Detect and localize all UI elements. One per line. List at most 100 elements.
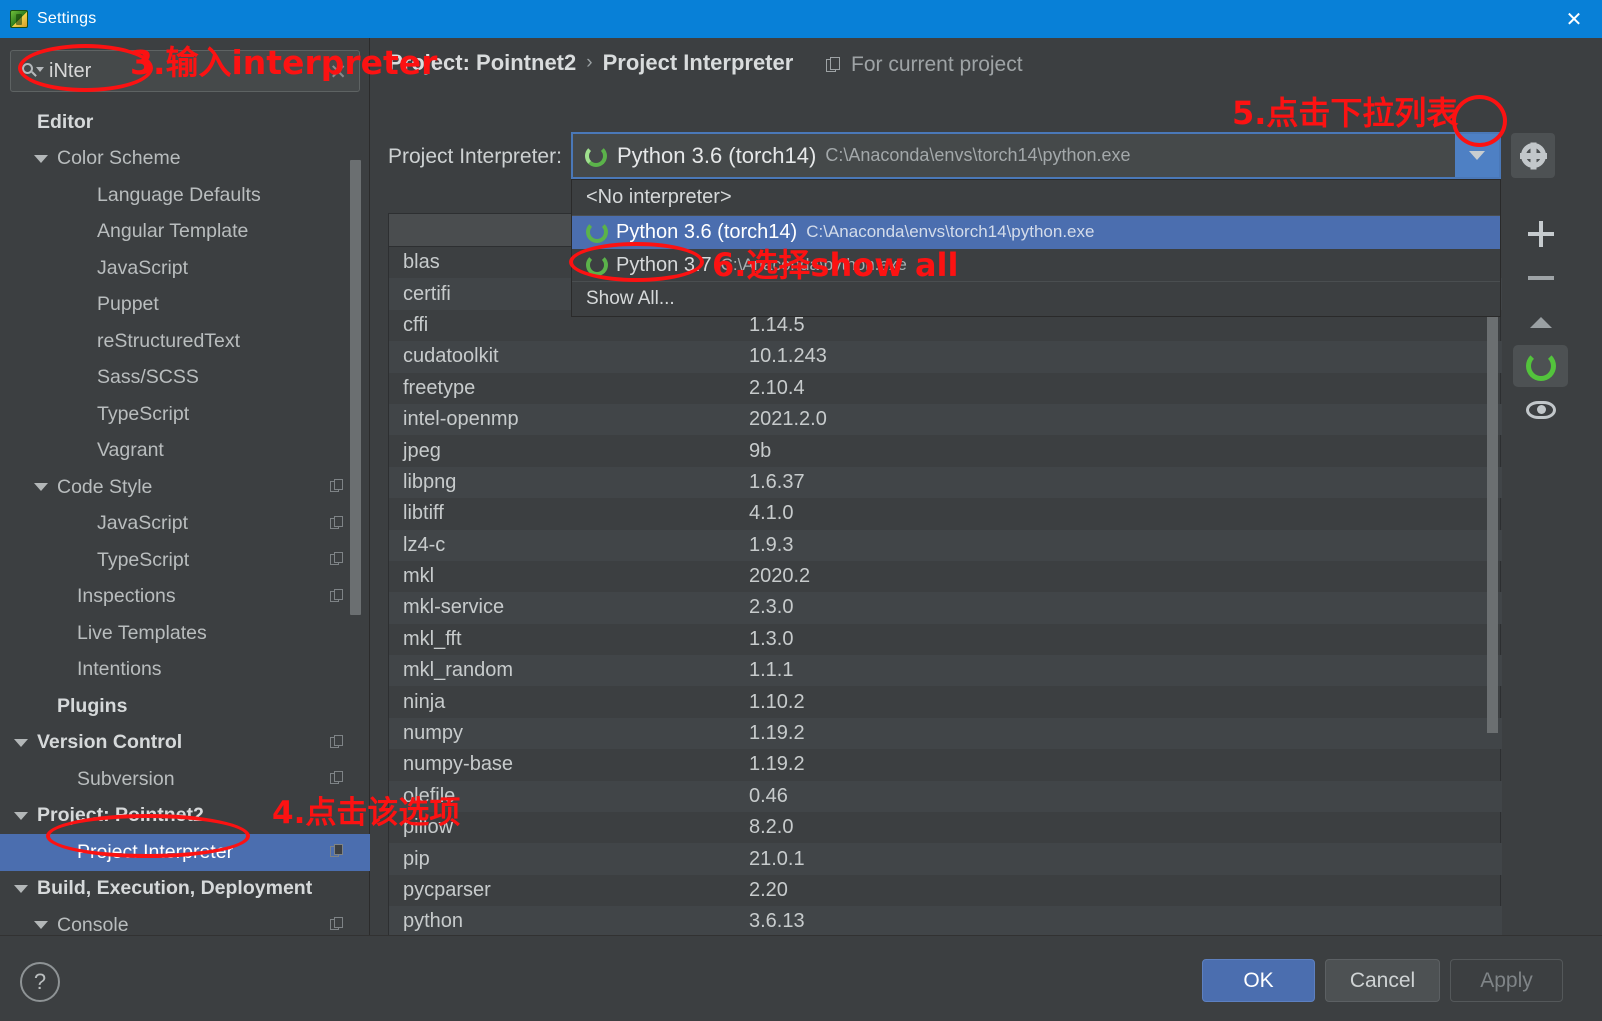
interpreter-name: Python 3.6 (torch14)	[617, 142, 817, 168]
copy-icon	[330, 734, 344, 750]
help-button[interactable]: ?	[20, 962, 60, 1002]
title-bar: Settings ✕	[0, 0, 1602, 38]
sidebar-item-label: Version Control	[37, 731, 183, 754]
sidebar-item-label: Plugins	[57, 694, 128, 717]
table-row[interactable]: mkl 2020.2	[389, 561, 1502, 592]
add-package-button[interactable]	[1513, 213, 1568, 255]
chevron-down-icon[interactable]	[34, 483, 48, 492]
sidebar-item-intentions[interactable]: Intentions	[0, 652, 370, 689]
dropdown-item-no-interpreter[interactable]: <No interpreter>	[572, 180, 1500, 216]
package-name: cudatoolkit	[403, 345, 499, 368]
table-row[interactable]: libtiff 4.1.0	[389, 498, 1502, 529]
copy-icon	[330, 844, 344, 859]
breadcrumb-separator: ›	[586, 52, 593, 73]
sidebar-item-angular-template[interactable]: Angular Template	[0, 214, 370, 251]
package-version: 2.10.4	[749, 376, 805, 399]
sidebar-item-restructuredtext[interactable]: reStructuredText	[0, 323, 370, 360]
package-version: 21.0.1	[749, 847, 805, 870]
upgrade-package-button[interactable]	[1513, 301, 1568, 343]
main-pane: Project: Pointnet2 › Project Interpreter…	[371, 38, 1602, 951]
sidebar-item-version-control[interactable]: Version Control	[0, 725, 370, 762]
package-version: 1.19.2	[749, 753, 805, 776]
sidebar-item-plugins[interactable]: Plugins	[0, 688, 370, 725]
sidebar-item-label: Code Style	[57, 475, 153, 498]
breadcrumb-leaf: Project Interpreter	[602, 50, 794, 75]
show-early-releases-button[interactable]	[1513, 389, 1568, 431]
sidebar-item-console[interactable]: Console	[0, 907, 370, 935]
package-version: 2021.2.0	[749, 408, 827, 431]
sidebar-item-vagrant[interactable]: Vagrant	[0, 433, 370, 470]
package-table-scrollbar[interactable]	[1487, 248, 1498, 733]
sidebar-item-javascript[interactable]: JavaScript	[0, 506, 370, 543]
table-row[interactable]: libpng 1.6.37	[389, 466, 1502, 499]
window-title: Settings	[37, 10, 97, 27]
sidebar-item-label: Language Defaults	[97, 183, 261, 206]
table-row[interactable]: mkl-service 2.3.0	[389, 592, 1502, 624]
sidebar-item-editor[interactable]: Editor	[0, 104, 370, 141]
sidebar-item-label: JavaScript	[97, 512, 189, 535]
interpreter-combobox[interactable]: Python 3.6 (torch14) C:\Anaconda\envs\to…	[571, 132, 1501, 179]
package-version: 3.6.13	[749, 910, 805, 933]
sidebar-item-sass-scss[interactable]: Sass/SCSS	[0, 360, 370, 397]
sidebar-item-inspections[interactable]: Inspections	[0, 579, 370, 616]
table-row[interactable]: jpeg 9b	[389, 435, 1502, 466]
package-name: pycparser	[403, 879, 491, 901]
table-row[interactable]: pycparser 2.20	[389, 875, 1502, 906]
table-row[interactable]: pip 21.0.1	[389, 843, 1502, 875]
chevron-down-icon[interactable]	[34, 921, 48, 930]
package-name: intel-openmp	[403, 408, 519, 431]
sidebar-item-label: JavaScript	[97, 256, 189, 279]
chevron-down-icon[interactable]	[14, 884, 28, 893]
interpreter-settings-button[interactable]	[1511, 133, 1555, 178]
chevron-down-icon[interactable]	[14, 738, 28, 747]
conda-status-button[interactable]	[1513, 345, 1568, 387]
sidebar-item-live-templates[interactable]: Live Templates	[0, 615, 370, 652]
sidebar-item-label: reStructuredText	[97, 329, 241, 352]
package-name: libtiff	[403, 502, 444, 525]
table-row[interactable]: python 3.6.13	[389, 906, 1502, 938]
ok-button[interactable]: OK	[1202, 959, 1315, 1002]
package-name: ninja	[403, 690, 446, 713]
table-row[interactable]: pillow 8.2.0	[389, 812, 1502, 843]
table-row[interactable]: numpy 1.19.2	[389, 717, 1502, 750]
sidebar-item-label: Inspections	[77, 585, 176, 608]
dropdown-item-show-all[interactable]: Show All...	[572, 282, 1500, 315]
annotation-step4: 4.点击该选项	[272, 795, 461, 831]
sidebar-item-typescript[interactable]: TypeScript	[0, 542, 370, 579]
chevron-down-icon[interactable]	[14, 811, 28, 820]
sidebar-item-typescript[interactable]: TypeScript	[0, 396, 370, 433]
scope-indicator: For current project	[826, 53, 1023, 77]
table-row[interactable]: cudatoolkit 10.1.243	[389, 341, 1502, 373]
package-version: 1.1.1	[749, 659, 794, 682]
table-row[interactable]: ninja 1.10.2	[389, 686, 1502, 717]
interpreter-path: C:\Anaconda\envs\torch14\python.exe	[825, 145, 1131, 165]
package-version: 1.3.0	[749, 627, 794, 650]
python-icon	[585, 144, 607, 167]
sidebar-item-code-style[interactable]: Code Style	[0, 469, 370, 506]
chevron-down-icon[interactable]	[34, 154, 48, 163]
sidebar-item-language-defaults[interactable]: Language Defaults	[0, 177, 370, 214]
sidebar-item-puppet[interactable]: Puppet	[0, 287, 370, 324]
table-row[interactable]: freetype 2.10.4	[389, 373, 1502, 404]
sidebar-item-build-execution-deployment[interactable]: Build, Execution, Deployment	[0, 871, 370, 908]
annotation-step5: 5.点击下拉列表	[1232, 94, 1459, 132]
plus-icon	[1527, 221, 1554, 247]
sidebar-item-javascript[interactable]: JavaScript	[0, 250, 370, 287]
settings-dialog: Settings ✕ iNter ✕ Editor Color Scheme Lan…	[0, 0, 1602, 1021]
sidebar-item-color-scheme[interactable]: Color Scheme	[0, 141, 370, 178]
sidebar-item-label: TypeScript	[97, 548, 190, 571]
table-row[interactable]: lz4-c 1.9.3	[389, 529, 1502, 561]
up-arrow-icon	[1529, 316, 1552, 328]
dialog-footer: ? OK Cancel Apply	[0, 935, 1602, 1021]
table-row[interactable]: olefile 0.46	[389, 780, 1502, 813]
sidebar-scrollbar[interactable]	[350, 160, 361, 615]
remove-package-button[interactable]	[1513, 257, 1568, 299]
package-name: numpy-base	[403, 753, 514, 776]
table-row[interactable]: intel-openmp 2021.2.0	[389, 403, 1502, 436]
table-row[interactable]: mkl_random 1.1.1	[389, 655, 1502, 687]
cancel-button[interactable]: Cancel	[1325, 959, 1440, 1002]
scope-label: For current project	[851, 53, 1023, 76]
table-row[interactable]: numpy-base 1.19.2	[389, 749, 1502, 780]
close-icon[interactable]: ✕	[1546, 0, 1602, 38]
table-row[interactable]: mkl_fft 1.3.0	[389, 624, 1502, 655]
